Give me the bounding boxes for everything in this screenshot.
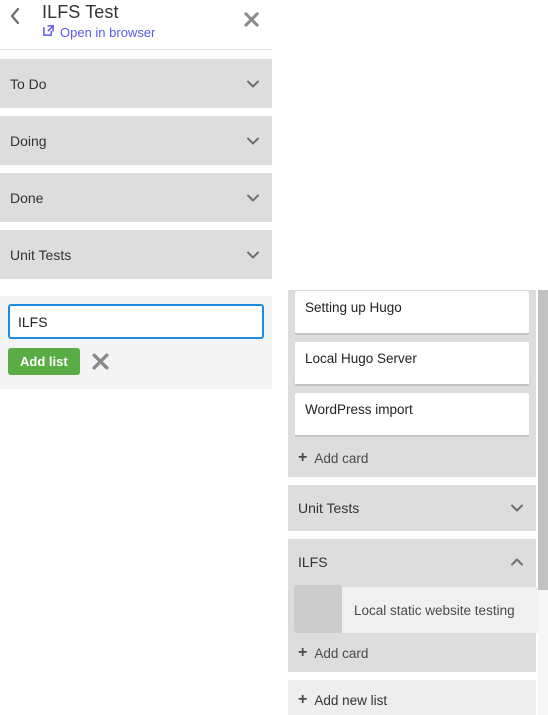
sidebar-list-unit-tests[interactable]: Unit Tests (0, 230, 272, 279)
cancel-add-list-icon[interactable] (90, 351, 112, 373)
board-list-header[interactable]: Unit Tests (288, 485, 536, 531)
sidebar-list-doing[interactable]: Doing (0, 116, 272, 165)
chevron-down-icon[interactable] (244, 132, 262, 150)
open-in-browser-link[interactable]: Open in browser (42, 24, 155, 40)
plus-icon: + (298, 691, 308, 708)
sidebar-list-done[interactable]: Done (0, 173, 272, 222)
external-link-icon (42, 24, 55, 40)
add-card-label: Add card (314, 450, 369, 466)
board-list-title: ILFS (298, 554, 328, 570)
add-list-form-actions: Add list (8, 348, 264, 375)
left-panel: ILFS Test Open in browser To Do Doing Do… (0, 0, 272, 715)
add-card-button[interactable]: + Add card (288, 638, 536, 672)
app-root: ILFS Test Open in browser To Do Doing Do… (0, 0, 548, 715)
board-card-container: Setting up Hugo Local Hugo Server WordPr… (288, 290, 536, 437)
chevron-down-icon[interactable] (244, 75, 262, 93)
close-icon[interactable] (238, 6, 264, 32)
chevron-down-icon[interactable] (508, 499, 526, 517)
chevron-left-icon[interactable] (4, 4, 26, 28)
add-list-button[interactable]: Add list (8, 348, 80, 375)
plus-icon: + (298, 644, 308, 661)
board-list-ilfs: ILFS Local static website testing + Add … (288, 539, 548, 672)
card-drag-zone: Local static website testing (288, 585, 548, 638)
list-name: Done (10, 189, 44, 206)
board-column: Setting up Hugo Local Hugo Server WordPr… (288, 290, 548, 715)
left-panel-header: ILFS Test Open in browser (0, 0, 272, 50)
board-card[interactable]: Setting up Hugo (294, 290, 530, 335)
dragging-card[interactable]: Local static website testing (342, 587, 548, 633)
board-card[interactable]: WordPress import (294, 392, 530, 437)
board-list-title: Unit Tests (298, 500, 360, 516)
list-name: Doing (10, 132, 47, 149)
add-card-label: Add card (314, 645, 369, 661)
board-scrollbar-thumb[interactable] (538, 290, 548, 590)
board-list-unit-tests[interactable]: Unit Tests (288, 485, 536, 531)
sidebar-list-todo[interactable]: To Do (0, 59, 272, 108)
board-panel: Setting up Hugo Local Hugo Server WordPr… (288, 290, 548, 715)
add-new-list-label: Add new list (314, 692, 388, 708)
board-scrollbar-track[interactable] (538, 290, 548, 715)
plus-icon: + (298, 449, 308, 466)
add-card-button[interactable]: + Add card (288, 443, 536, 477)
board-card[interactable]: Local Hugo Server (294, 341, 530, 386)
new-list-name-input[interactable] (8, 304, 264, 339)
list-name: To Do (10, 75, 47, 92)
left-panel-list-container: To Do Doing Done Unit Tests (0, 59, 272, 287)
add-new-list-button[interactable]: + Add new list (288, 680, 536, 715)
chevron-down-icon[interactable] (244, 246, 262, 264)
list-name: Unit Tests (10, 246, 72, 263)
board-list-open: Setting up Hugo Local Hugo Server WordPr… (288, 290, 536, 477)
chevron-up-icon[interactable] (508, 553, 526, 571)
page-title: ILFS Test (42, 2, 119, 22)
add-list-form: Add list (0, 296, 272, 389)
open-in-browser-label: Open in browser (60, 24, 156, 40)
chevron-down-icon[interactable] (244, 189, 262, 207)
card-drop-placeholder (294, 585, 342, 633)
board-list-header[interactable]: ILFS (288, 539, 536, 585)
